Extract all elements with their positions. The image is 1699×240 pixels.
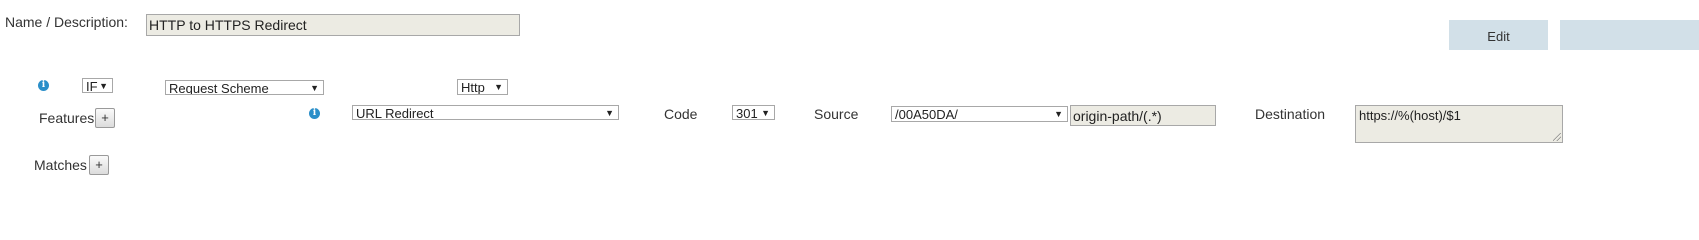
matches-label: Matches: [34, 157, 87, 173]
source-label: Source: [814, 106, 859, 122]
edit-button[interactable]: Edit: [1449, 20, 1548, 50]
condition-operator-select[interactable]: IF ▼: [82, 78, 113, 93]
destination-label: Destination: [1255, 106, 1326, 122]
source-value: /00A50DA/: [895, 107, 958, 122]
name-description-label: Name / Description:: [5, 14, 128, 30]
condition-variable-value: Request Scheme: [169, 81, 269, 95]
condition-variable-select[interactable]: Request Scheme ▼: [165, 80, 324, 95]
feature-type-select[interactable]: URL Redirect ▼: [352, 105, 619, 120]
resize-grip-icon[interactable]: [1553, 133, 1561, 141]
destination-value: https://%(host)/$1: [1359, 108, 1461, 123]
chevron-down-icon: ▼: [605, 108, 614, 118]
condition-operator-value: IF: [86, 79, 98, 93]
chevron-down-icon: ▼: [761, 108, 770, 118]
chevron-down-icon: ▼: [99, 81, 108, 91]
chevron-down-icon: ▼: [1054, 109, 1063, 119]
condition-info-icon[interactable]: i: [38, 80, 49, 91]
feature-type-value: URL Redirect: [356, 106, 434, 120]
condition-match-select[interactable]: Http ▼: [457, 79, 508, 95]
chevron-down-icon: ▼: [494, 82, 503, 92]
feature-info-icon[interactable]: i: [309, 108, 320, 119]
code-select[interactable]: 301 ▼: [732, 105, 775, 120]
add-feature-button[interactable]: +: [95, 108, 115, 128]
add-match-button[interactable]: +: [89, 155, 109, 175]
source-select[interactable]: /00A50DA/ ▼: [891, 106, 1068, 122]
name-description-field[interactable]: HTTP to HTTPS Redirect: [146, 14, 520, 36]
code-value: 301: [736, 106, 758, 120]
source-path-input[interactable]: origin-path/(.*): [1070, 105, 1216, 126]
code-label: Code: [664, 106, 698, 122]
features-label: Features: [39, 110, 95, 126]
destination-textarea[interactable]: https://%(host)/$1: [1355, 105, 1563, 143]
condition-match-value: Http: [461, 80, 485, 95]
secondary-action-button[interactable]: [1560, 20, 1699, 50]
chevron-down-icon: ▼: [310, 83, 319, 93]
